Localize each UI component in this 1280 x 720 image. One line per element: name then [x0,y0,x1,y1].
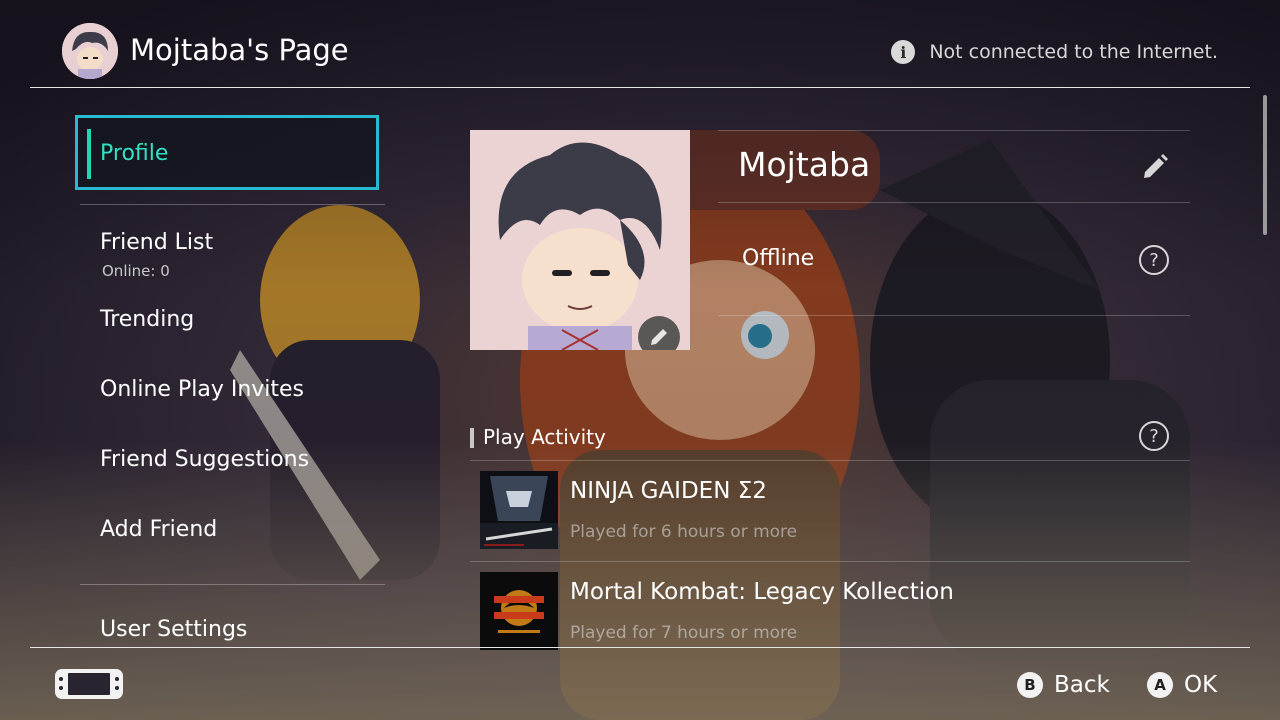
online-status: Offline [742,246,815,271]
sidebar-item-label: User Settings [100,617,248,642]
sidebar-item-online-play-invites[interactable]: Online Play Invites [80,377,385,417]
header-divider [30,87,1250,88]
sidebar-item-friend-suggestions[interactable]: Friend Suggestions [80,447,385,487]
sidebar-item-label: Friend List [100,230,214,255]
sidebar-item-add-friend[interactable]: Add Friend [80,517,385,557]
sidebar-item-label: Trending [100,307,195,332]
edit-nickname-button[interactable] [1140,152,1170,182]
play-activity-heading: Play Activity [483,425,606,449]
sidebar-nav: Profile Friend List Online: 0 Trending O… [75,112,385,648]
play-activity-item[interactable]: NINJA GAIDEN Σ2 Played for 6 hours or mo… [470,460,1190,550]
question-icon[interactable]: ? [1139,421,1169,451]
b-button-icon: B [1017,672,1043,698]
play-activity-item[interactable]: Mortal Kombat: Legacy Kollection Played … [470,561,1190,651]
page-title: Mojtaba's Page [130,33,349,67]
sidebar-item-trending[interactable]: Trending [80,307,385,347]
avatar-image [62,23,118,79]
scrollbar[interactable] [1263,95,1267,235]
ok-label: OK [1184,672,1218,698]
back-button[interactable]: B Back [1017,670,1110,700]
ninja-gaiden-cover-icon [480,471,558,549]
play-time: Played for 7 hours or more [570,623,798,643]
game-title: Mortal Kombat: Legacy Kollection [570,579,954,605]
ok-button[interactable]: A OK [1147,670,1217,700]
friends-online-count: Online: 0 [102,262,170,280]
play-time: Played for 6 hours or more [570,522,798,542]
row-divider [718,315,1190,316]
connection-status-text: Not connected to the Internet. [929,41,1218,63]
edit-picture-button[interactable] [638,316,680,350]
sidebar-divider [80,204,385,205]
screen: { "header": { "title": "Mojtaba's Page",… [0,0,1280,720]
a-button-icon: A [1147,672,1173,698]
sidebar-item-profile[interactable]: Profile [75,115,379,190]
game-icon [480,572,558,650]
back-label: Back [1054,672,1110,698]
info-icon: i [891,40,916,64]
sidebar-item-user-settings[interactable]: User Settings [80,617,385,657]
row-divider [718,130,1190,131]
sidebar-item-label: Friend Suggestions [100,447,310,472]
profile-panel: Mojtaba Offline ? Play Activity ? NINJA … [470,112,1190,651]
sidebar-item-friend-list[interactable]: Friend List Online: 0 [80,227,385,287]
row-divider [718,202,1190,203]
sidebar-divider [80,584,385,585]
connection-status: i Not connected to the Internet. [891,38,1218,66]
selection-accent [87,129,91,179]
mortal-kombat-cover-icon [480,572,558,650]
user-avatar[interactable] [62,23,118,79]
question-icon[interactable]: ? [1139,245,1169,275]
profile-picture[interactable] [470,130,690,350]
game-title: NINJA GAIDEN Σ2 [570,478,767,504]
footer-divider [30,647,1250,648]
game-icon [480,471,558,549]
sidebar-item-label: Profile [100,141,169,166]
section-marker [470,428,474,448]
sidebar-item-label: Add Friend [100,517,218,542]
sidebar-item-label: Online Play Invites [100,377,305,402]
header: Mojtaba's Page i Not connected to the In… [0,0,1280,88]
console-icon [55,669,123,699]
pencil-icon [651,329,667,345]
nickname: Mojtaba [738,145,871,184]
